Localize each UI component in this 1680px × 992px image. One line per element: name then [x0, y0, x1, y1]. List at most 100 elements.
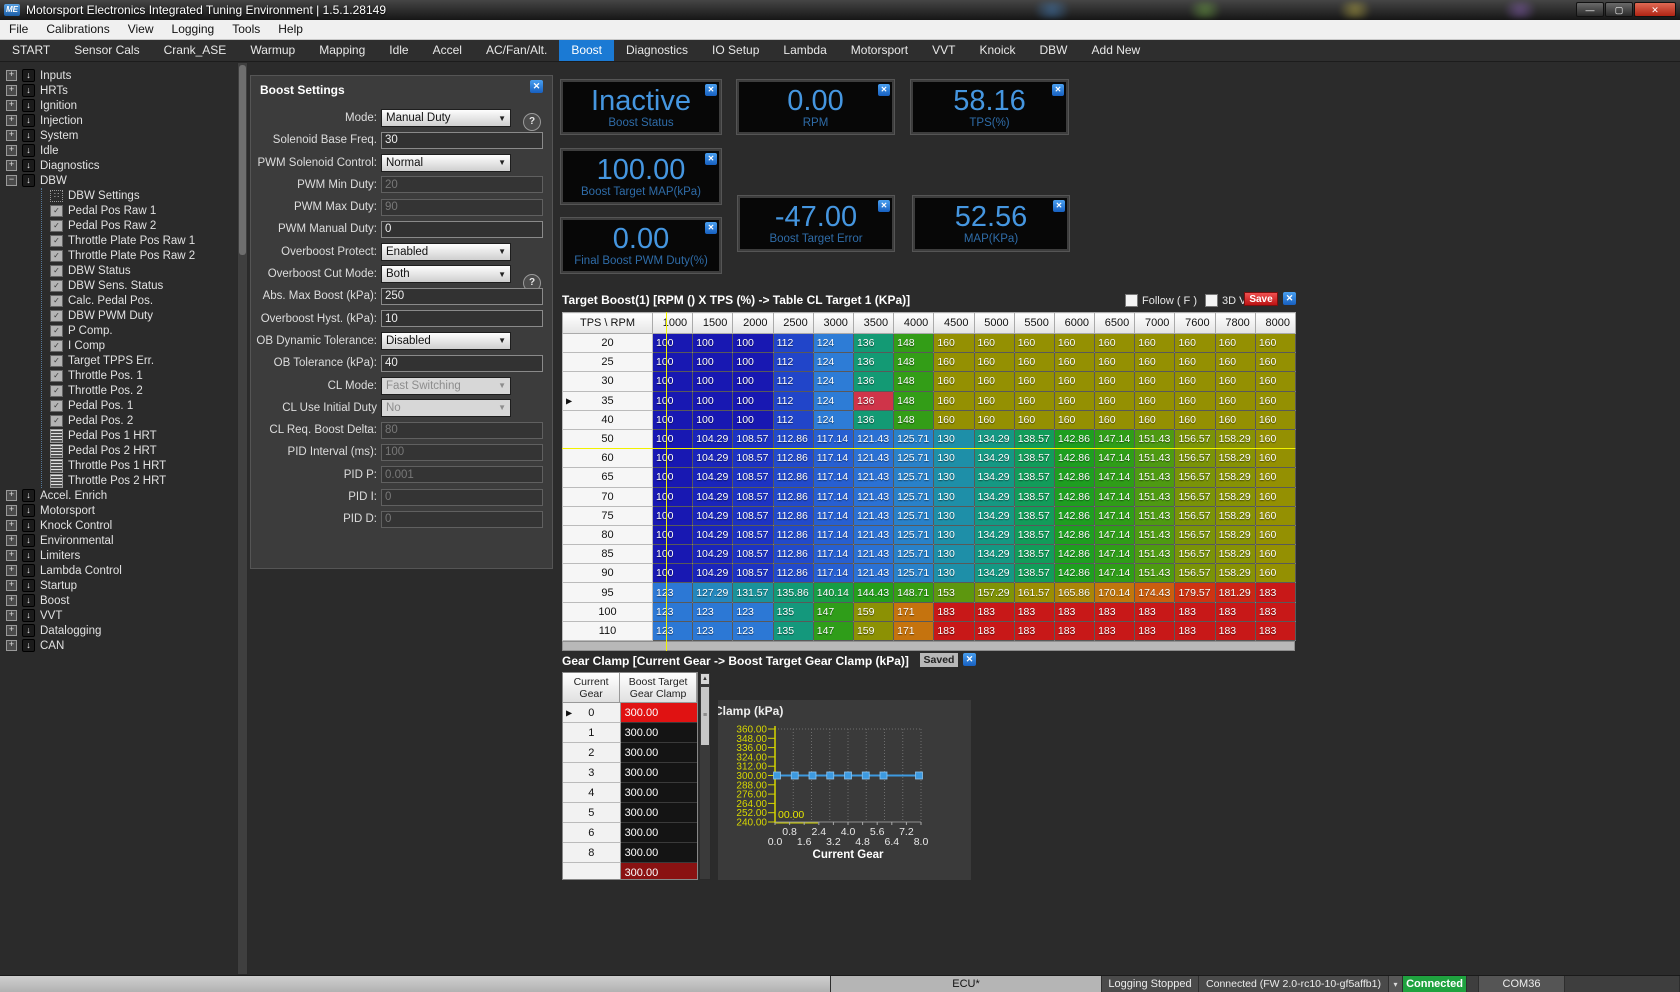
table-cell[interactable]: 130 — [934, 545, 974, 564]
sidebar-item-dbw-settings[interactable]: ∷DBW Settings — [42, 188, 234, 203]
table-cell[interactable]: 147.14 — [1095, 506, 1135, 525]
table-cell[interactable]: 100 — [653, 372, 693, 391]
expand-icon[interactable]: + — [6, 610, 17, 621]
tab-lambda[interactable]: Lambda — [771, 40, 838, 61]
sidebar-item-knock-control[interactable]: +↓Knock Control — [0, 518, 234, 533]
table-cell[interactable]: 151.43 — [1135, 564, 1175, 583]
table-cell[interactable]: 123 — [653, 583, 693, 602]
table-cell[interactable]: 147 — [813, 602, 853, 621]
table-cell[interactable]: 142.86 — [1054, 545, 1094, 564]
table-cell[interactable]: 124 — [813, 410, 853, 429]
table-cell[interactable]: 112.86 — [773, 487, 813, 506]
tab-add-new[interactable]: Add New — [1080, 40, 1153, 61]
table-cell[interactable]: 100 — [653, 525, 693, 544]
connection-dropdown-icon[interactable]: ▾ — [1389, 976, 1403, 992]
table-cell[interactable]: 112 — [773, 391, 813, 410]
tab-idle[interactable]: Idle — [377, 40, 420, 61]
tab-motorsport[interactable]: Motorsport — [839, 40, 920, 61]
table-cell[interactable]: 160 — [1215, 372, 1255, 391]
table-cell[interactable]: 117.14 — [813, 449, 853, 468]
gear-cell[interactable] — [563, 863, 621, 880]
table-cell[interactable]: 183 — [1255, 621, 1295, 640]
table-cell[interactable]: 160 — [1014, 391, 1054, 410]
sidebar-item-system[interactable]: +↓System — [0, 128, 234, 143]
close-icon[interactable]: ✕ — [1283, 292, 1296, 305]
tree-scrollbar[interactable] — [237, 62, 248, 975]
sidebar-item-dbw-status[interactable]: ✓DBW Status — [42, 263, 234, 278]
table-cell[interactable]: 148 — [894, 372, 934, 391]
table-cell[interactable]: 134.29 — [974, 429, 1014, 448]
table-cell[interactable]: 130 — [934, 525, 974, 544]
table-cell[interactable]: 108.57 — [733, 564, 773, 583]
table-cell[interactable]: 136 — [853, 353, 893, 372]
sidebar-item-dbw[interactable]: −↓DBW — [0, 173, 234, 188]
table-cell[interactable]: 100 — [653, 564, 693, 583]
sidebar-item-pedal-pos-1-hrt[interactable]: Pedal Pos 1 HRT — [42, 428, 234, 443]
table-cell[interactable]: 100 — [653, 391, 693, 410]
table-cell[interactable]: 130 — [934, 487, 974, 506]
table-cell[interactable]: 160 — [1135, 391, 1175, 410]
table-cell[interactable]: 151.43 — [1135, 487, 1175, 506]
table-cell[interactable]: 125.71 — [894, 564, 934, 583]
table-cell[interactable]: 183 — [974, 621, 1014, 640]
table-cell[interactable]: 100 — [693, 410, 733, 429]
table-cell[interactable]: 100 — [653, 487, 693, 506]
table-cell[interactable]: 179.57 — [1175, 583, 1215, 602]
table-cell[interactable]: 160 — [1255, 372, 1295, 391]
tab-accel[interactable]: Accel — [421, 40, 474, 61]
table-cell[interactable]: 160 — [1175, 334, 1215, 353]
sidebar-item-motorsport[interactable]: +↓Motorsport — [0, 503, 234, 518]
table-cell[interactable]: 160 — [1135, 353, 1175, 372]
table-cell[interactable]: 147.14 — [1095, 545, 1135, 564]
expand-icon[interactable]: + — [6, 70, 17, 81]
table-cell[interactable]: 104.29 — [693, 449, 733, 468]
tab-knoick[interactable]: Knoick — [967, 40, 1027, 61]
table-cell[interactable]: 108.57 — [733, 525, 773, 544]
table-cell[interactable]: 160 — [1135, 372, 1175, 391]
table-cell[interactable]: 121.43 — [853, 429, 893, 448]
clamp-value-cell[interactable]: 300.00 — [621, 723, 697, 743]
table-cell[interactable]: 138.57 — [1014, 468, 1054, 487]
table-cell[interactable]: 158.29 — [1215, 525, 1255, 544]
expand-icon[interactable]: + — [6, 115, 17, 126]
table-cell[interactable]: 160 — [1255, 334, 1295, 353]
table-cell[interactable]: 160 — [934, 334, 974, 353]
table-horizontal-scrollbar[interactable] — [562, 641, 1295, 651]
table-cell[interactable]: 183 — [1054, 621, 1094, 640]
table-cell[interactable]: 183 — [1175, 602, 1215, 621]
clamp-value-cell[interactable]: 300.00 — [621, 823, 697, 843]
expand-icon[interactable]: + — [6, 595, 17, 606]
tab-start[interactable]: START — [0, 40, 62, 61]
follow-checkbox[interactable]: Follow ( F ) — [1125, 294, 1197, 307]
table-cell[interactable]: 160 — [1255, 564, 1295, 583]
tab-vvt[interactable]: VVT — [920, 40, 967, 61]
sidebar-item-idle[interactable]: +↓Idle — [0, 143, 234, 158]
menu-tools[interactable]: Tools — [223, 20, 269, 39]
table-cell[interactable]: 123 — [653, 621, 693, 640]
table-cell[interactable]: 171 — [894, 602, 934, 621]
table-cell[interactable]: 142.86 — [1054, 429, 1094, 448]
select-overboost-protect[interactable]: Enabled▼ — [381, 243, 511, 261]
chart-point[interactable] — [845, 772, 852, 779]
table-cell[interactable]: 142.86 — [1054, 449, 1094, 468]
sidebar-item-target-tpps-err[interactable]: ✓Target TPPS Err. — [42, 353, 234, 368]
input-ob-tolerance-kpa[interactable] — [381, 355, 543, 372]
table-cell[interactable]: 183 — [1054, 602, 1094, 621]
table-cell[interactable]: 100 — [733, 353, 773, 372]
table-cell[interactable]: 147 — [813, 621, 853, 640]
table-cell[interactable]: 117.14 — [813, 525, 853, 544]
table-cell[interactable]: 108.57 — [733, 487, 773, 506]
expand-icon[interactable]: + — [6, 505, 17, 516]
close-icon[interactable]: ✕ — [1053, 200, 1065, 212]
chart-point[interactable] — [880, 772, 887, 779]
table-cell[interactable]: 130 — [934, 449, 974, 468]
table-cell[interactable]: 156.57 — [1175, 449, 1215, 468]
table-cell[interactable]: 147.14 — [1095, 525, 1135, 544]
table-cell[interactable]: 160 — [1095, 410, 1135, 429]
table-cell[interactable]: 156.57 — [1175, 429, 1215, 448]
table-cell[interactable]: 156.57 — [1175, 506, 1215, 525]
table-cell[interactable]: 156.57 — [1175, 525, 1215, 544]
input-overboost-hyst-kpa[interactable] — [381, 310, 543, 327]
table-cell[interactable]: 140.14 — [813, 583, 853, 602]
table-cell[interactable]: 125.71 — [894, 449, 934, 468]
